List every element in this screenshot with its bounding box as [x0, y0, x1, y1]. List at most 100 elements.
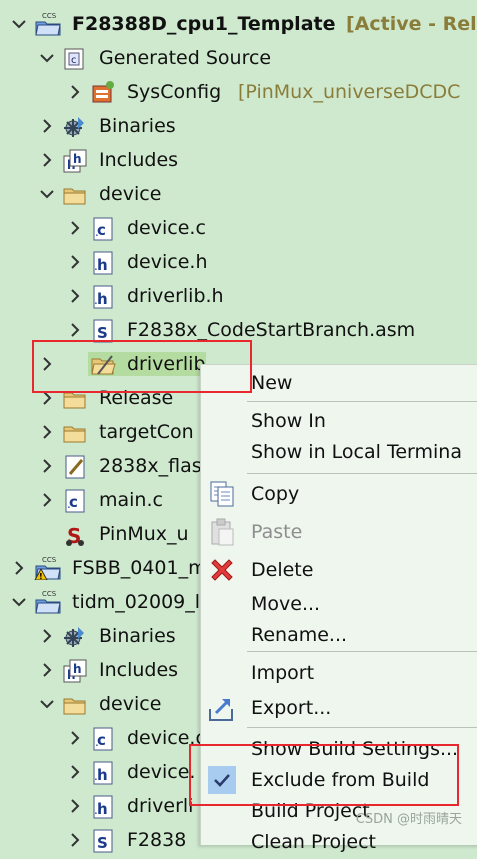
chevron-right-icon[interactable]	[38, 423, 56, 441]
chevron-right-icon[interactable]	[38, 457, 56, 475]
tree-item-decoration: [Active - Rele	[346, 13, 477, 35]
tree-item-label: Binaries	[99, 625, 176, 647]
tree-item-binaries[interactable]: Binaries	[0, 109, 477, 143]
menu-item-copy[interactable]: Copy	[201, 479, 477, 509]
chevron-down-icon[interactable]	[10, 593, 28, 611]
tree-item-device-h[interactable]: h. device.h	[0, 245, 477, 279]
tree-item-sysconfig[interactable]: SysConfig [PinMux_universeDCDC	[0, 75, 477, 109]
tree-item-label: device	[99, 693, 162, 715]
ccs-project-warning-icon: CCS!	[34, 554, 61, 581]
delete-icon	[207, 555, 237, 585]
chevron-right-icon[interactable]	[38, 491, 56, 509]
chevron-right-icon[interactable]	[38, 627, 56, 645]
svg-text:.: .	[95, 735, 99, 749]
chevron-down-icon[interactable]	[10, 15, 28, 33]
menu-item-rename[interactable]: Rename...	[201, 620, 477, 650]
chevron-right-icon[interactable]	[66, 831, 84, 849]
h-file-icon: h.	[90, 284, 116, 310]
tree-item-label: main.c	[99, 489, 163, 511]
syscfg-file-icon: S	[62, 522, 88, 548]
tree-item-decoration: [PinMux_universeDCDC	[238, 81, 461, 103]
svg-text:S: S	[97, 834, 108, 852]
chevron-right-icon[interactable]	[66, 321, 84, 339]
svg-text:.: .	[67, 497, 71, 511]
svg-text:!: !	[39, 572, 43, 580]
menu-item-label: Show In	[251, 410, 326, 432]
folder-icon	[62, 182, 88, 208]
menu-item-label: Export...	[251, 697, 332, 719]
chevron-right-icon[interactable]	[38, 661, 56, 679]
tree-item-label: F28388D_cpu1_Template	[72, 13, 336, 35]
tree-item-f28388d-cpu1-template[interactable]: CCS F28388D_cpu1_Template [Active - Rele	[0, 7, 477, 41]
menu-item-import[interactable]: Import	[201, 658, 477, 688]
tree-item-label: FSBB_0401_m	[72, 557, 207, 579]
tree-item-label: Includes	[99, 149, 179, 171]
svg-text:.: .	[94, 803, 98, 817]
chevron-right-icon[interactable]	[66, 83, 84, 101]
svg-text:h: h	[73, 152, 82, 166]
menu-item-show-in-local-termina[interactable]: Show in Local Termina	[201, 437, 477, 467]
svg-text:.: .	[94, 259, 98, 273]
linker-file-icon	[62, 454, 88, 480]
folder-excluded-icon	[90, 352, 116, 378]
tree-item-device[interactable]: device	[0, 177, 477, 211]
h-file-icon: h.	[90, 794, 116, 820]
tree-item-device-c[interactable]: c. device.c	[0, 211, 477, 245]
menu-item-label: New	[251, 372, 293, 394]
highlight-box-exclude-from-build	[189, 744, 459, 806]
tree-item-driverlib-h[interactable]: h. driverlib.h	[0, 279, 477, 313]
tree-item-label: F2838	[127, 829, 187, 851]
includes-icon: hh	[62, 658, 88, 684]
chevron-right-icon[interactable]	[38, 151, 56, 169]
svg-text:h: h	[97, 800, 108, 818]
ccs-project-icon: CCS	[34, 588, 61, 614]
chevron-right-icon[interactable]	[66, 219, 84, 237]
menu-item-clean-project[interactable]: Clean Project	[201, 827, 477, 857]
chevron-down-icon[interactable]	[38, 185, 56, 203]
svg-text:CCS: CCS	[42, 556, 57, 564]
menu-separator	[247, 401, 477, 402]
paste-icon	[207, 517, 237, 547]
menu-item-paste: Paste	[201, 517, 477, 547]
chevron-right-icon[interactable]	[66, 287, 84, 305]
chevron-right-icon[interactable]	[38, 117, 56, 135]
svg-text:h: h	[97, 766, 108, 784]
svg-text:h: h	[73, 662, 82, 676]
chevron-right-icon[interactable]	[66, 797, 84, 815]
binaries-icon	[62, 114, 88, 140]
watermark: CSDN @时雨晴天	[355, 812, 462, 827]
menu-item-label: Rename...	[251, 624, 348, 646]
menu-separator	[247, 727, 477, 728]
svg-text:CCS: CCS	[42, 12, 57, 20]
asm-file-icon: S	[90, 828, 116, 854]
c-file-icon: c.	[90, 216, 116, 242]
tree-item-label: PinMux_u	[99, 523, 189, 545]
chevron-right-icon[interactable]	[66, 253, 84, 271]
folder-icon	[62, 420, 88, 446]
svg-text:.: .	[95, 225, 99, 239]
menu-item-label: Move...	[251, 593, 321, 615]
chevron-right-icon[interactable]	[10, 559, 28, 577]
chevron-down-icon[interactable]	[38, 49, 56, 67]
menu-item-export[interactable]: Export...	[201, 693, 477, 723]
includes-icon: hh	[62, 148, 88, 174]
tree-item-label: driverli	[127, 795, 194, 817]
folder-source-icon: c	[62, 46, 88, 72]
sysconfig-icon	[90, 80, 116, 106]
svg-text:h: h	[97, 290, 108, 308]
menu-item-label: Show in Local Termina	[251, 441, 462, 463]
menu-item-move[interactable]: Move...	[201, 589, 477, 619]
tree-item-label: Generated Source	[99, 47, 272, 69]
tree-item-label: F2838x_CodeStartBranch.asm	[127, 319, 416, 341]
svg-text:c: c	[71, 55, 77, 66]
chevron-down-icon[interactable]	[38, 695, 56, 713]
menu-item-show-in[interactable]: Show In	[201, 406, 477, 436]
menu-separator	[247, 651, 477, 652]
binaries-icon	[62, 624, 88, 650]
menu-item-delete[interactable]: Delete	[201, 555, 477, 585]
tree-item-generated-source[interactable]: c Generated Source	[0, 41, 477, 75]
tree-item-includes[interactable]: hh Includes	[0, 143, 477, 177]
chevron-right-icon[interactable]	[66, 763, 84, 781]
chevron-right-icon[interactable]	[66, 729, 84, 747]
svg-text:.: .	[94, 293, 98, 307]
